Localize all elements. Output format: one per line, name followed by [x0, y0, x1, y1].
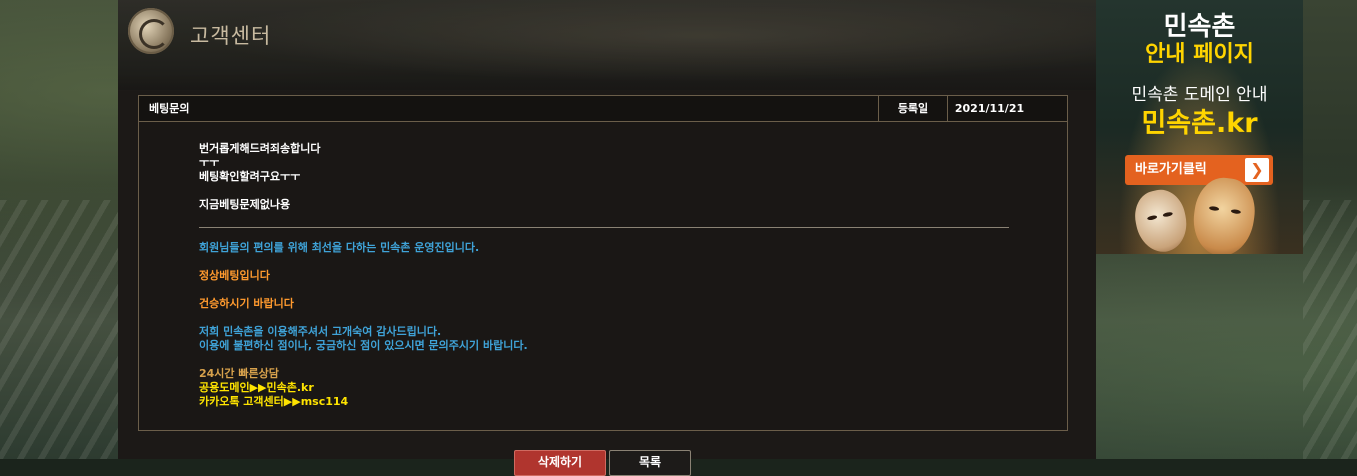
answer-inquiry: 이용에 불편하신 점이나, 궁금하신 점이 있으시면 문의주시기 바랍니다.	[199, 339, 528, 352]
answer-thanks: 저희 민속촌을 이용해주셔서 고개숙여 감사드립니다.	[199, 325, 442, 338]
domain-info: 공용도메인▶▶민속촌.kr	[199, 381, 314, 394]
post-board: 베팅문의 등록일 2021/11/21 번거롭게해드려죄송합니다 ㅜㅜ 베팅확인…	[138, 95, 1068, 431]
kakao-info: 카카오톡 고객센터▶▶msc114	[199, 395, 349, 408]
answer-wish: 건승하시기 바랍니다	[199, 297, 294, 310]
post-date-label: 등록일	[897, 102, 929, 115]
ad-button-label: 바로가기클릭	[1135, 162, 1207, 177]
question-line: 번거롭게해드려죄송합니다	[199, 142, 321, 155]
ad-banner[interactable]: 민속촌 안내 페이지 민속촌 도메인 안내 민속촌.kr 바로가기클릭 ❯	[1096, 0, 1303, 254]
mask-icon	[1188, 174, 1260, 254]
background-path-left	[0, 200, 118, 459]
mask-icon	[1130, 185, 1192, 254]
list-button[interactable]: 목록	[609, 450, 691, 476]
chevron-right-icon: ❯	[1245, 158, 1269, 182]
delete-button[interactable]: 삭제하기	[514, 450, 606, 476]
content-divider	[199, 227, 1009, 228]
page-title: 고객센터	[190, 24, 272, 48]
ad-shortcut-button[interactable]: 바로가기클릭 ❯	[1125, 155, 1273, 185]
site-logo-icon	[128, 8, 174, 54]
post-header-row: 베팅문의 등록일 2021/11/21	[139, 96, 1067, 122]
ad-domain: 민속촌.kr	[1141, 108, 1258, 139]
ad-subtitle: 안내 페이지	[1145, 42, 1254, 67]
question-line: 지금베팅문제없나용	[199, 198, 291, 211]
question-line: 베팅확인할려구요ㅜㅜ	[199, 170, 301, 183]
background-path-right	[1303, 200, 1357, 459]
answer-greeting: 회원님들의 편의를 위해 최선을 다하는 민속촌 운영진입니다.	[199, 241, 480, 254]
post-date: 2021/11/21	[954, 102, 1025, 115]
question-line: ㅜㅜ	[199, 156, 220, 169]
post-subject: 베팅문의	[149, 102, 190, 115]
answer-status: 정상베팅입니다	[199, 269, 270, 282]
support-title: 24시간 빠른상담	[199, 367, 279, 380]
